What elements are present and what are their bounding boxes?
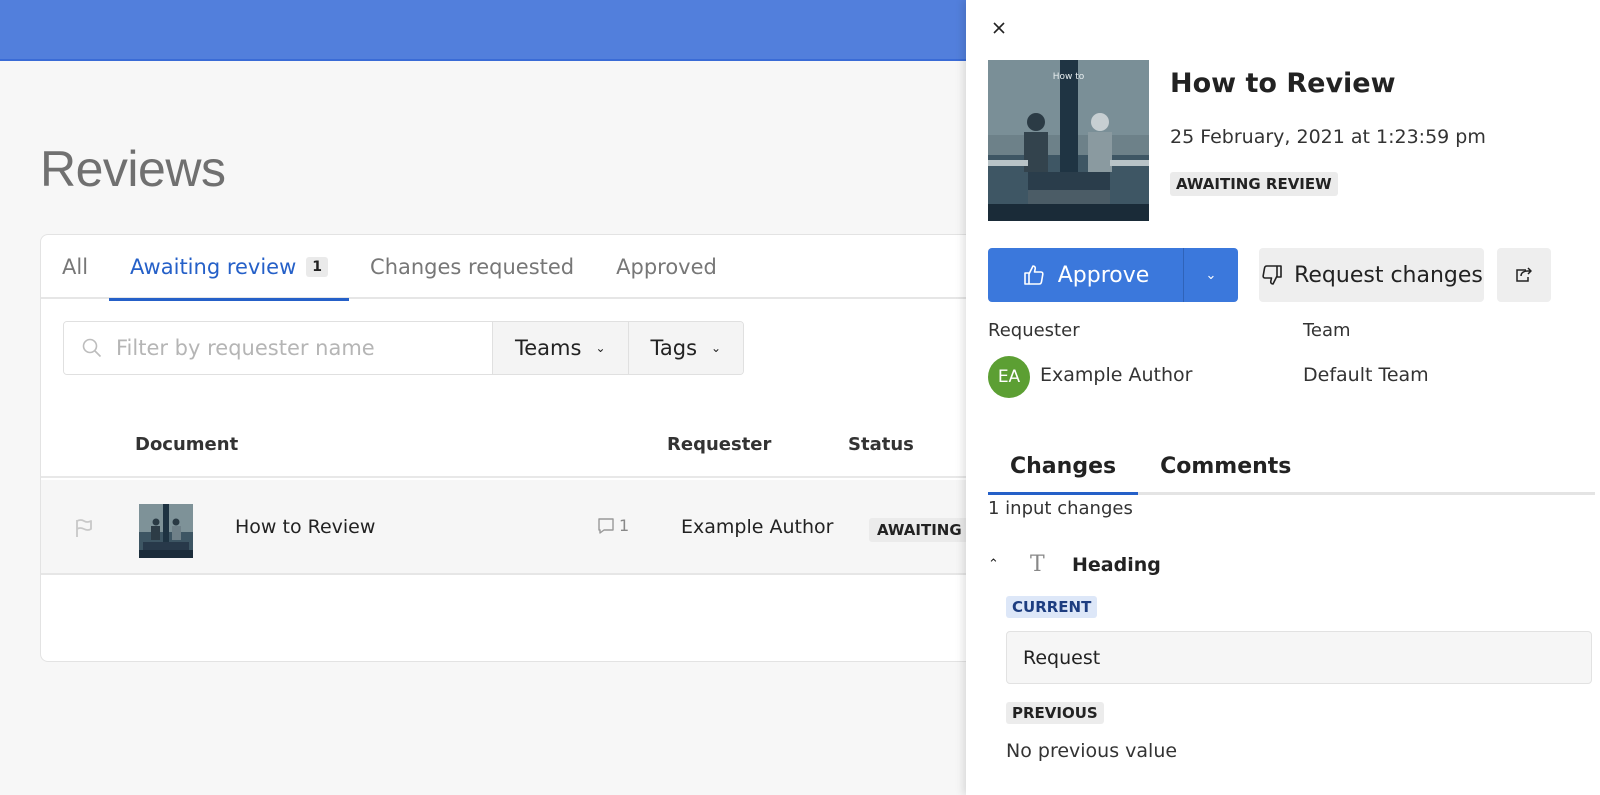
table-header: Document Requester Status [41,410,1039,478]
tab-changes[interactable]: Changes [988,447,1139,495]
current-value-box: Request [1006,631,1592,684]
previous-label-badge: PREVIOUS [1006,702,1104,724]
chevron-up-icon[interactable]: ⌃ [988,557,1008,572]
panel-team-name: Default Team [1303,364,1429,386]
column-header-document[interactable]: Document [135,434,238,455]
search-field [64,322,492,374]
document-thumbnail [139,504,193,558]
approve-split-button: Approve ⌄ [988,248,1238,302]
document-preview-image [988,60,1149,221]
previous-value: No previous value [1006,740,1178,762]
tab-label: Approved [616,255,717,279]
current-value: Request [1023,646,1101,669]
changes-count: 1 input changes [988,498,1133,519]
preview-caption: How to [1052,72,1085,82]
column-header-requester[interactable]: Requester [667,434,771,455]
chevron-down-icon: ⌄ [595,341,606,355]
share-button[interactable] [1497,248,1551,302]
tab-label: Awaiting review [130,255,297,279]
document-preview: How to [988,60,1149,221]
filter-bar: Teams ⌄ Tags ⌄ [63,321,745,375]
review-tabs: All Awaiting review 1 Changes requested … [41,235,1039,301]
panel-date: 25 February, 2021 at 1:23:59 pm [1170,126,1486,148]
close-icon[interactable] [989,18,1009,38]
panel-requester-name: Example Author [1040,364,1193,386]
chevron-down-icon: ⌄ [1205,267,1217,283]
teams-label: Teams [515,336,582,360]
tab-all[interactable]: All [41,235,109,299]
tab-changes-requested[interactable]: Changes requested [349,235,595,299]
tab-approved[interactable]: Approved [595,235,738,299]
change-item-header[interactable]: ⌃ T Heading [988,552,1161,577]
tab-count-badge: 1 [306,257,329,277]
approve-options-dropdown[interactable]: ⌄ [1184,248,1238,302]
teams-dropdown[interactable]: Teams ⌄ [492,322,628,374]
requester-name: Example Author [681,516,834,538]
current-tag-wrap: CURRENT [1006,596,1098,618]
comment-count-value: 1 [619,516,630,535]
search-icon [82,338,102,358]
thumbs-up-icon [1023,265,1044,285]
current-label-badge: CURRENT [1006,596,1098,618]
requester-label: Requester [988,320,1080,341]
document-title[interactable]: How to Review [235,516,375,538]
tab-awaiting-review[interactable]: Awaiting review 1 [109,235,350,301]
table-row[interactable]: How to Review 1 Example Author AWAITING … [41,480,1039,575]
page-title: Reviews [40,141,226,197]
tab-label: Changes requested [370,255,575,279]
flag-icon[interactable] [73,517,95,539]
approve-button[interactable]: Approve [988,248,1184,302]
change-field-name: Heading [1072,553,1161,576]
avatar: EA [988,356,1030,398]
search-input[interactable] [116,336,476,360]
panel-tabs: Changes Comments [988,447,1595,495]
approve-label: Approve [1057,262,1150,288]
tags-dropdown[interactable]: Tags ⌄ [627,322,744,374]
tags-label: Tags [650,336,698,360]
tab-label: All [62,255,89,279]
reviews-card: All Awaiting review 1 Changes requested … [40,234,1040,662]
comment-icon [598,517,614,534]
column-header-status[interactable]: Status [848,434,914,455]
chevron-down-icon: ⌄ [711,341,722,355]
panel-status-badge: AWAITING REVIEW [1170,172,1338,196]
tab-comments[interactable]: Comments [1138,447,1313,492]
thumbs-down-icon [1262,265,1282,285]
text-field-icon: T [1030,552,1045,577]
request-changes-label: Request changes [1294,262,1483,288]
share-icon [1516,267,1532,282]
review-detail-panel: How to How to Review 25 February, 2021 a… [966,0,1600,795]
previous-tag-wrap: PREVIOUS [1006,702,1104,724]
comment-count[interactable]: 1 [597,516,629,535]
team-label: Team [1303,320,1351,341]
request-changes-button[interactable]: Request changes [1259,248,1484,302]
panel-document-title: How to Review [1170,68,1396,99]
